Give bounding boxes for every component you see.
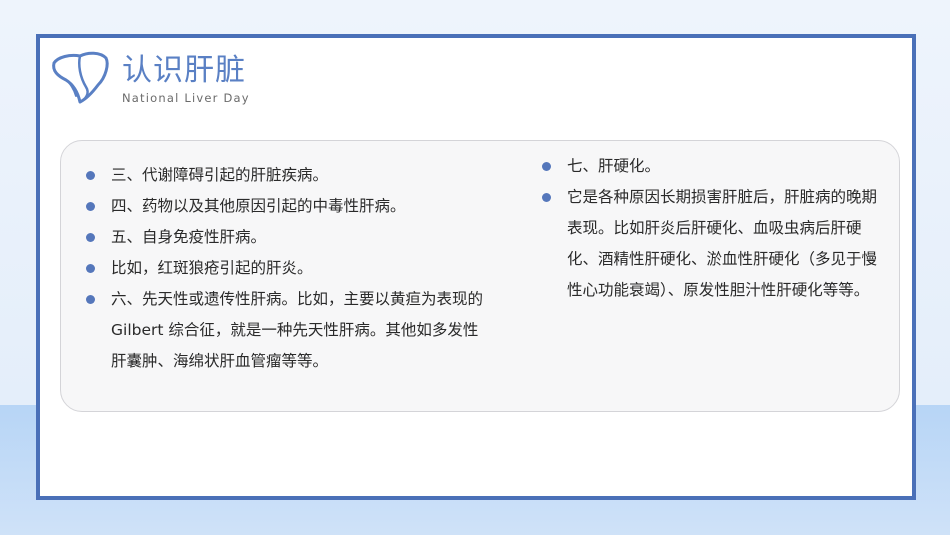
list-item-text: 三、代谢障碍引起的肝脏疾病。 — [111, 166, 329, 184]
bullet-icon — [86, 295, 95, 304]
bullet-icon — [86, 171, 95, 180]
list-item: 比如，红斑狼疮引起的肝炎。 — [84, 253, 484, 284]
list-item-text: 四、药物以及其他原因引起的中毒性肝病。 — [111, 197, 406, 215]
list-item-text: 五、自身免疫性肝病。 — [111, 228, 267, 246]
liver-icon — [52, 51, 109, 104]
list-item: 三、代谢障碍引起的肝脏疾病。 — [84, 160, 484, 191]
list-item: 六、先天性或遗传性肝病。比如，主要以黄疸为表现的 Gilbert 综合征，就是一… — [84, 284, 484, 377]
left-bullet-list: 三、代谢障碍引起的肝脏疾病。 四、药物以及其他原因引起的中毒性肝病。 五、自身免… — [84, 160, 484, 377]
list-item: 它是各种原因长期损害肝脏后，肝脏病的晚期表现。比如肝炎后肝硬化、血吸虫病后肝硬化… — [540, 182, 880, 306]
list-item: 四、药物以及其他原因引起的中毒性肝病。 — [84, 191, 484, 222]
bullet-icon — [86, 233, 95, 242]
list-item-text: 它是各种原因长期损害肝脏后，肝脏病的晚期表现。比如肝炎后肝硬化、血吸虫病后肝硬化… — [567, 188, 878, 299]
bullet-icon — [542, 162, 551, 171]
bullet-icon — [86, 264, 95, 273]
page-title: 认识肝脏 — [122, 53, 246, 88]
page-subtitle: National Liver Day — [122, 91, 250, 105]
list-item: 七、肝硬化。 — [540, 151, 880, 182]
list-item-text: 比如，红斑狼疮引起的肝炎。 — [111, 259, 313, 277]
list-item-text: 六、先天性或遗传性肝病。比如，主要以黄疸为表现的 Gilbert 综合征，就是一… — [111, 290, 484, 370]
bullet-icon — [86, 202, 95, 211]
list-item: 五、自身免疫性肝病。 — [84, 222, 484, 253]
bullet-icon — [542, 193, 551, 202]
list-item-text: 七、肝硬化。 — [567, 157, 661, 175]
right-bullet-list: 七、肝硬化。 它是各种原因长期损害肝脏后，肝脏病的晚期表现。比如肝炎后肝硬化、血… — [540, 151, 880, 306]
